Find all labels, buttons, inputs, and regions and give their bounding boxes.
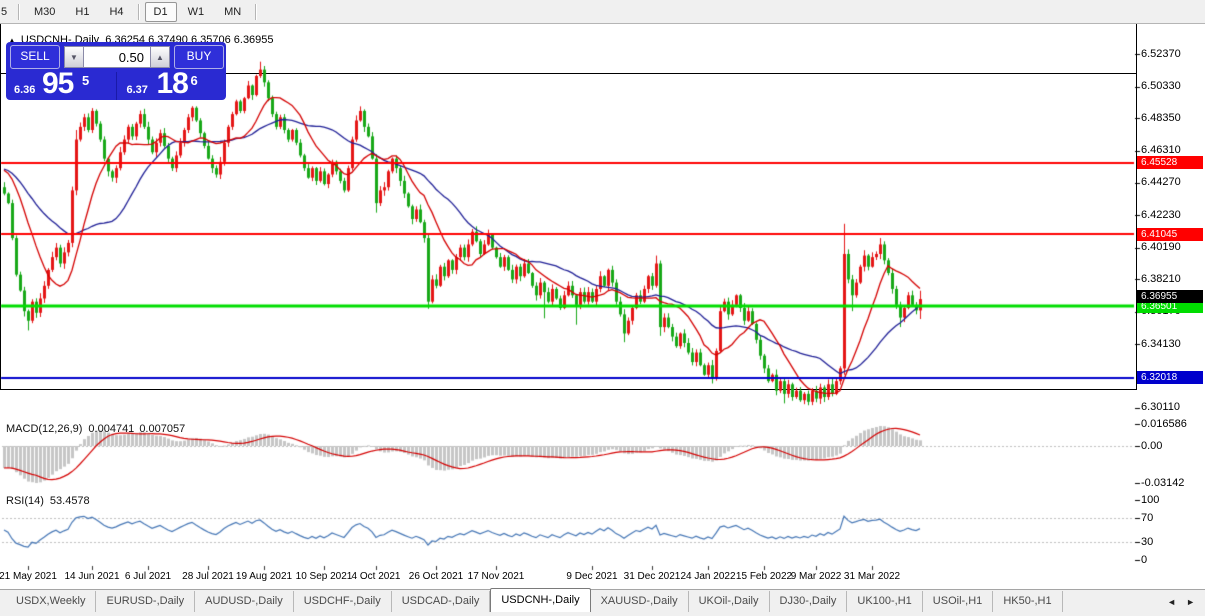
buy-price-big: 18 bbox=[157, 67, 188, 101]
rsi-axis-tick: 0 bbox=[1141, 554, 1147, 566]
macd-signal-value: 0.007057 bbox=[139, 423, 185, 435]
macd-axis-tick: -0.03142 bbox=[1141, 477, 1184, 489]
chart-tab-eurusd-daily[interactable]: EURUSD-,Daily bbox=[96, 591, 195, 613]
price-axis-tick: 6.40190 bbox=[1141, 241, 1181, 253]
buy-price[interactable]: 6.37 18 6 bbox=[117, 72, 227, 100]
sell-button[interactable]: SELL bbox=[10, 45, 60, 69]
chart-tab-usdx-weekly[interactable]: USDX,Weekly bbox=[6, 591, 96, 613]
date-axis-tick: 15 Feb 2022 bbox=[736, 571, 792, 582]
timeframe-button-w1[interactable]: W1 bbox=[179, 2, 214, 22]
macd-header: MACD(12,26,9) 0.004741 0.007057 bbox=[6, 423, 185, 435]
date-axis-tick: 19 Aug 2021 bbox=[236, 571, 292, 582]
date-axis-tick: 10 Sep 2021 bbox=[296, 571, 353, 582]
volume-decrease-button[interactable]: ▼ bbox=[64, 46, 84, 68]
level-price-label: 6.32018 bbox=[1137, 371, 1203, 384]
date-axis-tick: 4 Oct 2021 bbox=[352, 571, 401, 582]
toolbar-separator bbox=[18, 4, 20, 20]
level-price-label: 6.41045 bbox=[1137, 228, 1203, 241]
chart-tab-ukoil-daily[interactable]: UKOil-,Daily bbox=[689, 591, 770, 613]
macd-axis-tick: 0.016586 bbox=[1141, 418, 1187, 430]
rsi-axis-tick: 100 bbox=[1141, 494, 1159, 506]
rsi-header: RSI(14) 53.4578 bbox=[6, 495, 90, 507]
date-axis-tick: 9 Mar 2022 bbox=[791, 571, 842, 582]
toolbar-separator bbox=[255, 4, 257, 20]
chart-tab-usdcnh-daily[interactable]: USDCNH-,Daily bbox=[490, 588, 590, 613]
macd-axis-tick: 0.00 bbox=[1141, 440, 1162, 452]
tabs-scroll-right-icon[interactable]: ► bbox=[1186, 597, 1195, 607]
level-price-label: 6.45528 bbox=[1137, 156, 1203, 169]
toolbar-separator bbox=[138, 4, 140, 20]
macd-main-value: 0.004741 bbox=[88, 423, 134, 435]
bottom-strip bbox=[0, 612, 1205, 616]
chart-tab-xauusd-daily[interactable]: XAUUSD-,Daily bbox=[591, 591, 689, 613]
date-axis-tick: 17 Nov 2021 bbox=[468, 571, 525, 582]
rsi-value: 53.4578 bbox=[50, 495, 90, 507]
price-axis-tick: 6.48350 bbox=[1141, 112, 1181, 124]
ohlc-close: 6.36955 bbox=[234, 34, 274, 46]
date-axis-tick: 6 Jul 2021 bbox=[125, 571, 171, 582]
chart-tab-usdcad-daily[interactable]: USDCAD-,Daily bbox=[392, 591, 491, 613]
chart-tab-uk100-h1[interactable]: UK100-,H1 bbox=[847, 591, 922, 613]
date-axis-tick: 9 Dec 2021 bbox=[566, 571, 617, 582]
price-axis-tick: 6.38210 bbox=[1141, 273, 1181, 285]
date-axis-tick: 14 Jun 2021 bbox=[64, 571, 119, 582]
timeframe-button-mn[interactable]: MN bbox=[215, 2, 250, 22]
timeframe-button-h1[interactable]: H1 bbox=[66, 2, 98, 22]
date-axis-tick: 31 Mar 2022 bbox=[844, 571, 900, 582]
timeframe-toolbar: 5 M30H1H4 D1W1MN bbox=[0, 0, 1205, 24]
sell-price-pip: 5 bbox=[82, 73, 89, 88]
price-axis-tick: 6.50330 bbox=[1141, 80, 1181, 92]
chart-tab-bar: USDX,WeeklyEURUSD-,DailyAUDUSD-,DailyUSD… bbox=[0, 589, 1205, 613]
price-axis-tick: 6.30110 bbox=[1141, 401, 1180, 413]
sell-price-prefix: 6.36 bbox=[14, 84, 35, 96]
date-axis-tick: 21 May 2021 bbox=[0, 571, 57, 582]
price-axis-tick: 6.34130 bbox=[1141, 338, 1181, 350]
buy-price-pip: 6 bbox=[191, 73, 198, 88]
bid-price-label: 6.36955 bbox=[1137, 290, 1203, 303]
sell-price-big: 95 bbox=[42, 67, 73, 101]
timeframe-button-d1[interactable]: D1 bbox=[145, 2, 177, 22]
price-axis-tick: 6.42230 bbox=[1141, 209, 1181, 221]
chart-tab-dj30-daily[interactable]: DJ30-,Daily bbox=[770, 591, 848, 613]
buy-button[interactable]: BUY bbox=[174, 45, 224, 69]
date-axis-tick: 24 Jan 2022 bbox=[680, 571, 735, 582]
one-click-trading-panel: SELL ▼ 0.50 ▲ BUY 6.36 95 5 6.37 18 6 bbox=[6, 42, 226, 100]
tabs-scroll-left-icon[interactable]: ◄ bbox=[1167, 597, 1176, 607]
price-axis-tick: 6.46310 bbox=[1141, 144, 1181, 156]
timeframe-button-m30[interactable]: M30 bbox=[25, 2, 64, 22]
date-axis-tick: 28 Jul 2021 bbox=[182, 571, 234, 582]
volume-increase-button[interactable]: ▲ bbox=[150, 46, 170, 68]
sell-price[interactable]: 6.36 95 5 bbox=[6, 72, 117, 100]
date-axis-tick: 26 Oct 2021 bbox=[409, 571, 463, 582]
volume-input[interactable]: 0.50 bbox=[84, 46, 150, 68]
price-axis-tick: 6.44270 bbox=[1141, 176, 1181, 188]
chart-tab-usoil-h1[interactable]: USOil-,H1 bbox=[923, 591, 994, 613]
date-axis-tick: 31 Dec 2021 bbox=[624, 571, 681, 582]
rsi-axis-tick: 70 bbox=[1141, 512, 1153, 524]
macd-name: MACD(12,26,9) bbox=[6, 423, 82, 435]
timeframe-button-5[interactable]: 5 bbox=[0, 2, 13, 22]
rsi-axis-tick: 30 bbox=[1141, 536, 1153, 548]
rsi-name: RSI(14) bbox=[6, 495, 44, 507]
chart-tab-hk50-h1[interactable]: HK50-,H1 bbox=[993, 591, 1062, 613]
timeframe-button-h4[interactable]: H4 bbox=[100, 2, 132, 22]
chart-tab-audusd-daily[interactable]: AUDUSD-,Daily bbox=[195, 591, 294, 613]
buy-price-prefix: 6.37 bbox=[127, 84, 148, 96]
chart-tab-usdchf-daily[interactable]: USDCHF-,Daily bbox=[294, 591, 392, 613]
price-axis-tick: 6.52370 bbox=[1141, 48, 1181, 60]
